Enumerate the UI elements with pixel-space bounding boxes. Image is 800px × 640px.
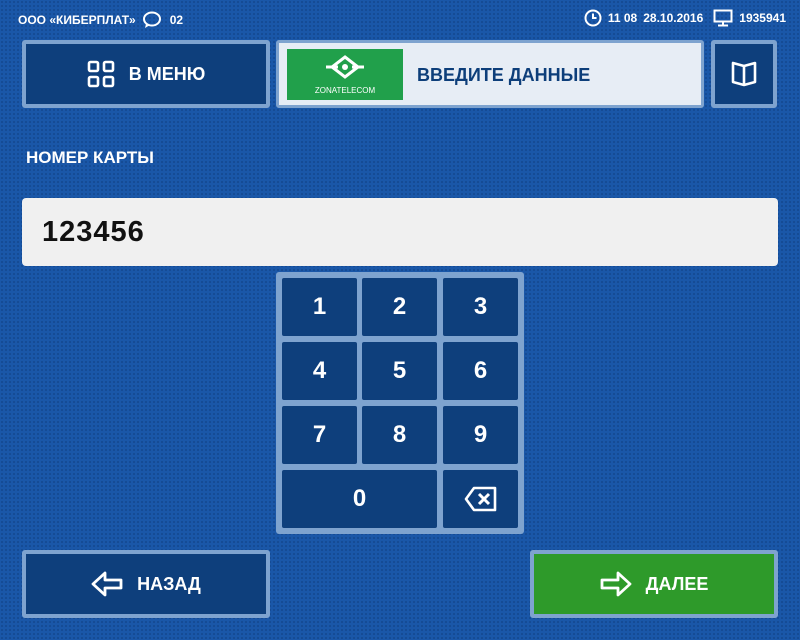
logo-text: ZONATELECOM (314, 86, 376, 95)
arrow-right-icon (600, 571, 632, 597)
messages-count: 02 (169, 13, 184, 27)
help-book-button[interactable] (711, 40, 777, 108)
card-number-input[interactable]: 123456 (22, 198, 778, 266)
arrow-left-icon (91, 571, 123, 597)
key-9[interactable]: 9 (443, 406, 518, 464)
grid-icon (87, 60, 115, 88)
key-2[interactable]: 2 (362, 278, 437, 336)
banner-title: ВВЕДИТЕ ДАННЫЕ (417, 65, 591, 85)
status-right: 11 08 28.10.2016 1935941 (584, 9, 786, 27)
org-name: ООО «КИБЕРПЛАТ» (18, 13, 136, 27)
status-left: ООО «КИБЕРПЛАТ» 02 (18, 11, 183, 29)
menu-button-label: В МЕНЮ (128, 63, 206, 84)
provider-banner: ZONATELECOM ВВЕДИТЕ ДАННЫЕ (276, 40, 704, 108)
card-number-label: НОМЕР КАРТЫ (26, 148, 154, 167)
backspace-key[interactable] (443, 470, 518, 528)
zonatelecom-logo-icon (326, 55, 364, 79)
clock-time: 11 08 (607, 11, 638, 25)
book-icon (731, 61, 757, 87)
next-button[interactable]: ДАЛЕЕ (530, 550, 778, 618)
key-7[interactable]: 7 (282, 406, 357, 464)
next-button-label: ДАЛЕЕ (645, 573, 709, 594)
key-5[interactable]: 5 (362, 342, 437, 400)
terminal-id: 1935941 (739, 11, 786, 25)
menu-button[interactable]: В МЕНЮ (22, 40, 270, 108)
top-status-bar: ООО «КИБЕРПЛАТ» 02 11 08 28.10.2016 1935… (0, 0, 800, 36)
key-3[interactable]: 3 (443, 278, 518, 336)
key-6[interactable]: 6 (443, 342, 518, 400)
clock-date: 28.10.2016 (643, 11, 704, 25)
monitor-icon (713, 9, 733, 27)
numeric-keypad: 1 2 3 4 5 6 7 8 9 0 (276, 272, 524, 534)
back-button-label: НАЗАД (137, 573, 201, 594)
backspace-icon (464, 486, 496, 512)
key-1[interactable]: 1 (282, 278, 357, 336)
key-0[interactable]: 0 (282, 470, 437, 528)
provider-logo: ZONATELECOM (287, 49, 403, 100)
key-8[interactable]: 8 (362, 406, 437, 464)
clock-icon (584, 9, 602, 27)
key-4[interactable]: 4 (282, 342, 357, 400)
chat-icon (142, 11, 161, 28)
back-button[interactable]: НАЗАД (22, 550, 270, 618)
